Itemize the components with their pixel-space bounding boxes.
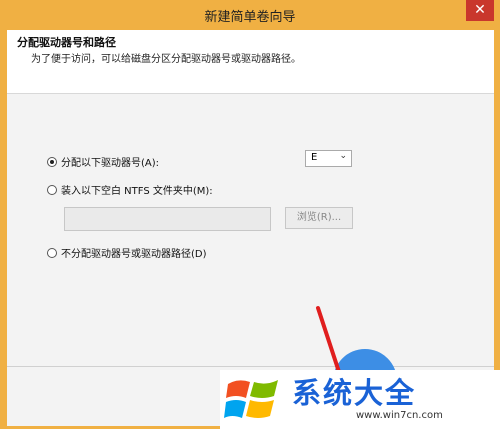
watermark-url: www.win7cn.com — [356, 410, 443, 421]
red-arrow-annotation — [316, 306, 342, 377]
windows-logo-icon — [224, 380, 278, 418]
arrow-line — [316, 306, 342, 377]
watermark-title: 系统大全 — [292, 376, 417, 410]
watermark: 系统大全 www.win7cn.com — [220, 370, 500, 429]
wizard-window: 新建简单卷向导 ✕ 分配驱动器号和路径 为了便于访问，可以给磁盘分区分配驱动器号… — [0, 0, 500, 429]
